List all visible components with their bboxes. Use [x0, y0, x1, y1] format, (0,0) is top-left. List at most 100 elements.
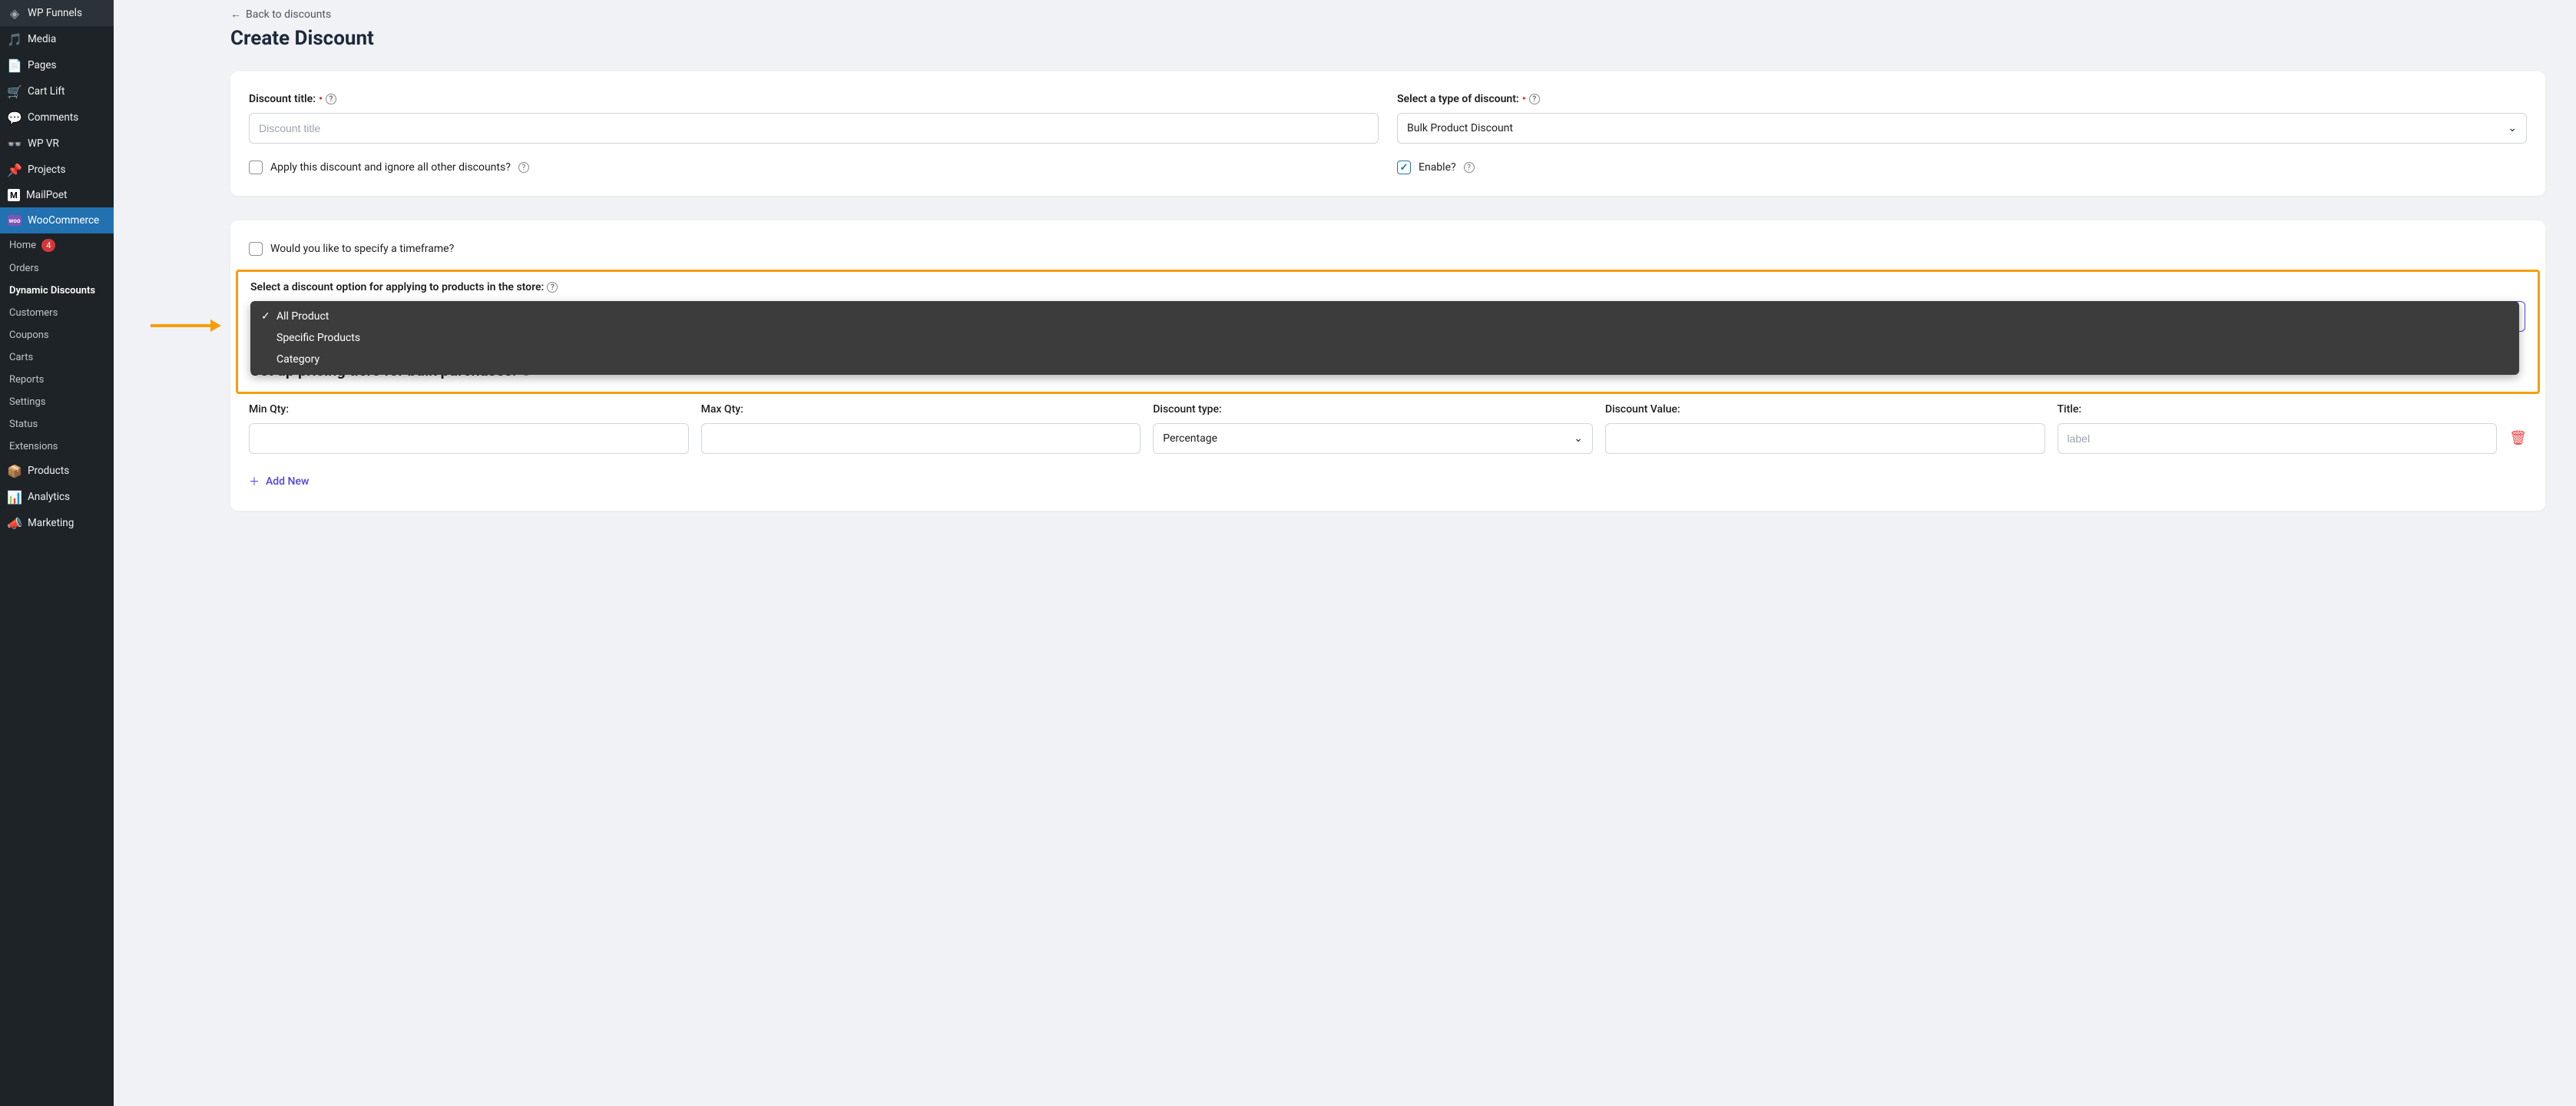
discount-option-dropdown: ✓ All Product Specific Products Category [250, 301, 2519, 375]
pin-icon: 📌 [8, 163, 22, 177]
chevron-down-icon: ⌄ [1574, 432, 1583, 445]
timeframe-checkbox[interactable] [249, 242, 263, 256]
pricing-tier-row: Min Qty: Max Qty: Discount type: Percent… [249, 403, 2527, 454]
add-new-tier-button[interactable]: ＋ Add New [249, 474, 309, 489]
main-content: ← Back to discounts Create Discount Disc… [114, 0, 2576, 1106]
discount-title-input[interactable] [249, 113, 1379, 144]
sub-label: Home [9, 240, 36, 251]
sidebar-item-cartlift[interactable]: 🛒 Cart Lift [0, 78, 114, 104]
home-badge: 4 [41, 239, 55, 252]
plus-icon: ＋ [249, 474, 260, 489]
sidebar-label: Projects [28, 164, 66, 176]
help-icon[interactable]: ? [1464, 162, 1475, 173]
sidebar-label: WP VR [28, 137, 59, 150]
help-icon[interactable]: ? [1529, 94, 1540, 104]
sidebar-label: MailPoet [26, 189, 67, 201]
apply-ignore-checkbox[interactable] [249, 161, 263, 174]
help-icon[interactable]: ? [326, 94, 336, 104]
sidebar-item-products[interactable]: 📦 Products [0, 458, 114, 484]
dropdown-option-specific-products[interactable]: Specific Products [250, 327, 2519, 349]
woo-icon: woo [8, 214, 22, 227]
sidebar-sub-customers[interactable]: Customers [0, 302, 114, 324]
tier-title-input[interactable] [2058, 423, 2498, 454]
min-qty-input[interactable] [249, 423, 689, 454]
sidebar-item-pages[interactable]: 📄 Pages [0, 52, 114, 78]
sidebar-item-marketing[interactable]: 📣 Marketing [0, 510, 114, 536]
timeframe-label: Would you like to specify a timeframe? [270, 243, 454, 255]
sidebar-sub-status[interactable]: Status [0, 413, 114, 435]
max-qty-input[interactable] [701, 423, 1141, 454]
enable-label: Enable? [1419, 161, 1456, 174]
min-qty-label: Min Qty: [249, 403, 689, 416]
select-value: Bulk Product Discount [1407, 122, 1513, 134]
back-to-discounts-link[interactable]: ← Back to discounts [230, 8, 331, 21]
comment-icon: 💬 [8, 111, 22, 124]
vr-icon: 👓 [8, 137, 22, 151]
tier-title-label: Title: [2058, 403, 2498, 416]
media-icon: 🎵 [8, 32, 22, 46]
sidebar-item-projects[interactable]: 📌 Projects [0, 157, 114, 183]
sidebar-label: Comments [28, 111, 78, 124]
delete-tier-button[interactable]: 🗑 [2509, 430, 2527, 454]
option-label: Specific Products [276, 332, 360, 344]
chevron-down-icon: ⌄ [2508, 122, 2517, 134]
sidebar-item-comments[interactable]: 💬 Comments [0, 104, 114, 131]
sidebar-sub-extensions[interactable]: Extensions [0, 435, 114, 458]
admin-sidebar: ◈ WP Funnels 🎵 Media 📄 Pages 🛒 Cart Lift… [0, 0, 114, 1106]
pages-icon: 📄 [8, 58, 22, 72]
sidebar-label: Media [28, 33, 56, 45]
discount-type-tier-select[interactable]: Percentage ⌄ [1153, 423, 1593, 454]
discount-config-card: Would you like to specify a timeframe? S… [230, 220, 2545, 511]
option-label: Category [276, 353, 320, 366]
sidebar-item-analytics[interactable]: 📊 Analytics [0, 484, 114, 510]
sidebar-sub-settings[interactable]: Settings [0, 391, 114, 413]
back-link-text: Back to discounts [246, 8, 331, 21]
discount-type-tier-label: Discount type: [1153, 403, 1593, 416]
discount-type-select[interactable]: Bulk Product Discount ⌄ [1397, 113, 2527, 144]
marketing-icon: 📣 [8, 516, 22, 530]
discount-value-input[interactable] [1605, 423, 2045, 454]
products-icon: 📦 [8, 464, 22, 478]
arrow-left-icon: ← [230, 8, 241, 21]
option-label: All Product [276, 310, 329, 323]
discount-basics-card: Discount title: • ? Select a type of dis… [230, 71, 2545, 196]
max-qty-label: Max Qty: [701, 403, 1141, 416]
sidebar-label: Marketing [28, 517, 74, 529]
discount-type-label: Select a type of discount: • ? [1397, 93, 2527, 105]
sidebar-item-mailpoet[interactable]: M MailPoet [0, 183, 114, 207]
mail-icon: M [8, 189, 20, 201]
arrow-annotation [151, 324, 227, 333]
help-icon[interactable]: ? [518, 162, 529, 173]
sidebar-label: Cart Lift [28, 85, 65, 98]
sidebar-item-wpfunnels[interactable]: ◈ WP Funnels [0, 0, 114, 26]
sidebar-sub-coupons[interactable]: Coupons [0, 324, 114, 346]
sidebar-sub-reports[interactable]: Reports [0, 369, 114, 391]
highlight-annotation: Select a discount option for applying to… [236, 270, 2540, 394]
help-icon[interactable]: ? [547, 282, 558, 293]
analytics-icon: 📊 [8, 490, 22, 504]
sidebar-label: Pages [28, 59, 57, 71]
dropdown-option-category[interactable]: Category [250, 349, 2519, 370]
sidebar-label: Analytics [28, 491, 70, 503]
page-title: Create Discount [230, 27, 2545, 50]
sidebar-sub-orders[interactable]: Orders [0, 257, 114, 280]
dropdown-option-all-product[interactable]: ✓ All Product [250, 306, 2519, 327]
sidebar-label: WP Funnels [28, 7, 82, 19]
enable-checkbox[interactable] [1397, 161, 1411, 174]
sidebar-item-wpvr[interactable]: 👓 WP VR [0, 131, 114, 157]
discount-value-label: Discount Value: [1605, 403, 2045, 416]
sidebar-label: WooCommerce [28, 214, 99, 227]
sidebar-item-woocommerce[interactable]: woo WooCommerce [0, 207, 114, 233]
sidebar-submenu: Home 4 Orders Dynamic Discounts Customer… [0, 233, 114, 458]
apply-ignore-label: Apply this discount and ignore all other… [270, 161, 511, 174]
cart-icon: 🛒 [8, 84, 22, 98]
add-new-label: Add New [266, 475, 309, 488]
select-option-label: Select a discount option for applying to… [250, 281, 2525, 293]
sidebar-sub-home[interactable]: Home 4 [0, 233, 114, 257]
funnel-icon: ◈ [8, 6, 22, 20]
sidebar-item-media[interactable]: 🎵 Media [0, 26, 114, 52]
discount-title-label: Discount title: • ? [249, 93, 1379, 105]
sidebar-sub-carts[interactable]: Carts [0, 346, 114, 369]
select-value: Percentage [1163, 432, 1217, 445]
sidebar-sub-dynamic-discounts[interactable]: Dynamic Discounts [0, 280, 114, 302]
